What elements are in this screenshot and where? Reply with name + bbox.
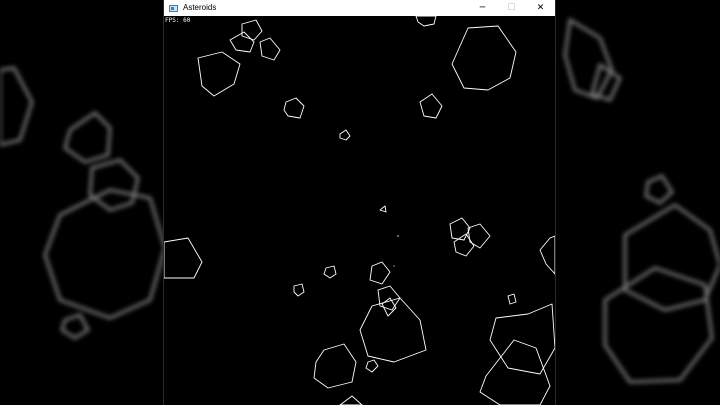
- asteroid: [379, 205, 387, 213]
- asteroid: [449, 217, 471, 241]
- asteroid: [293, 283, 305, 297]
- asteroid: [365, 359, 379, 373]
- player-ship: [397, 235, 399, 237]
- maximize-button[interactable]: ☐: [497, 0, 526, 16]
- asteroid: [489, 303, 555, 375]
- fps-counter: FPS: 60: [165, 17, 190, 24]
- asteroid: [259, 37, 281, 61]
- asteroid: [241, 19, 263, 41]
- asteroid: [197, 51, 241, 97]
- asteroid: [313, 343, 357, 389]
- asteroid: [419, 93, 443, 119]
- window-controls: ─ ☐ ✕: [468, 0, 555, 16]
- game-canvas[interactable]: FPS: 60: [164, 16, 555, 405]
- fps-value: 60: [183, 17, 191, 24]
- asteroid: [451, 25, 517, 91]
- asteroid: [164, 237, 203, 279]
- asteroid: [467, 223, 491, 249]
- asteroid: [359, 297, 427, 363]
- close-button[interactable]: ✕: [526, 0, 555, 16]
- asteroid: [377, 285, 401, 311]
- bullet: [393, 265, 395, 267]
- asteroid: [479, 339, 551, 405]
- asteroid: [339, 129, 351, 141]
- minimize-button[interactable]: ─: [468, 0, 497, 16]
- fps-label: FPS:: [165, 17, 180, 24]
- desktop: Asteroids ─ ☐ ✕ FPS: 60: [0, 0, 720, 405]
- asteroid-field: [164, 16, 555, 405]
- asteroid: [283, 97, 305, 119]
- asteroid: [323, 265, 337, 279]
- asteroid: [339, 395, 363, 405]
- asteroid: [415, 16, 437, 27]
- app-window-icon: [169, 4, 178, 12]
- asteroid: [539, 235, 555, 275]
- window-title: Asteroids: [183, 3, 217, 12]
- game-window: Asteroids ─ ☐ ✕ FPS: 60: [164, 0, 555, 405]
- title-bar[interactable]: Asteroids ─ ☐ ✕: [164, 0, 555, 16]
- asteroid: [507, 293, 517, 305]
- asteroid: [369, 261, 391, 285]
- asteroid: [453, 233, 475, 257]
